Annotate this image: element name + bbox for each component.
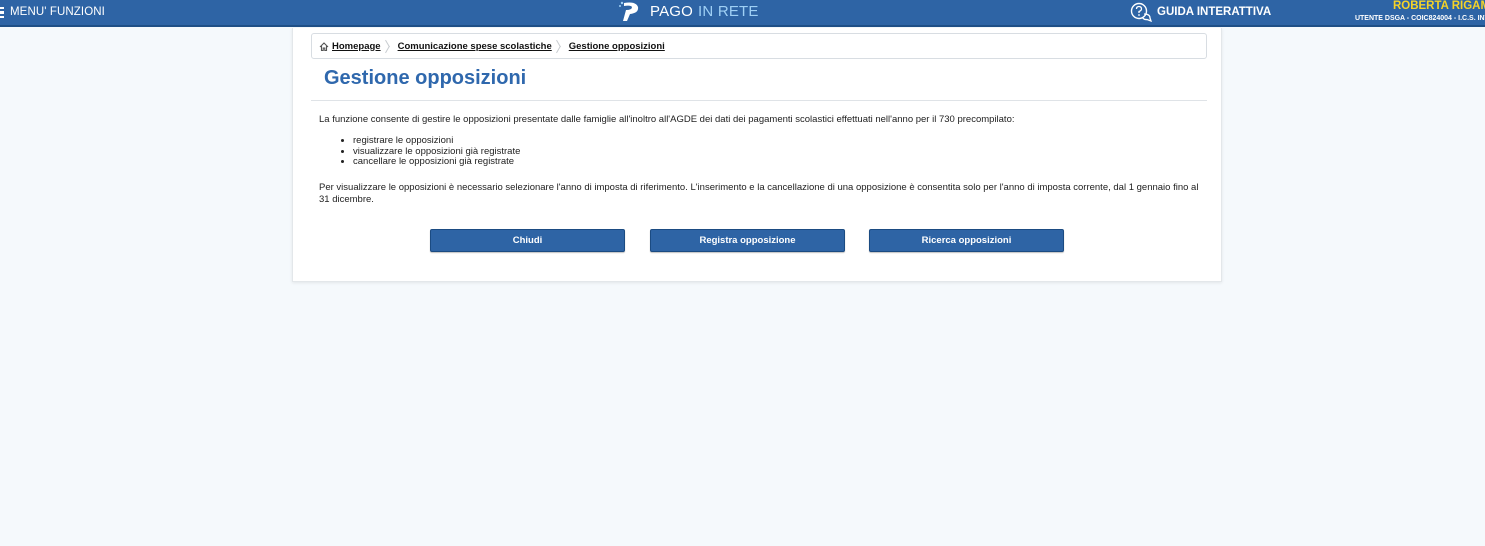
- breadcrumb-separator: [558, 39, 564, 53]
- title-divider: [311, 100, 1207, 101]
- interactive-guide-label: GUIDA INTERATTIVA: [1157, 6, 1272, 18]
- logo-text-in-rete: IN RETE: [698, 2, 759, 20]
- breadcrumb-gestione-opposizioni[interactable]: Gestione opposizioni: [569, 41, 665, 52]
- register-opposition-button[interactable]: Registra opposizione: [650, 229, 845, 252]
- close-button[interactable]: Chiudi: [430, 229, 625, 252]
- list-item: cancellare le opposizioni già registrate: [353, 156, 520, 168]
- pago-in-rete-logo[interactable]: PAGO IN RETE: [618, 0, 759, 22]
- user-role: UTENTE DSGA - COIC824004 - I.C.S. INVER: [1354, 15, 1485, 22]
- breadcrumb-gestione-opposizioni-label: Gestione opposizioni: [568, 40, 665, 52]
- breadcrumb-separator: [387, 39, 393, 53]
- logo-text-pago: PAGO: [650, 2, 694, 20]
- functions-list: registrare le opposizioni visualizzare l…: [337, 135, 520, 168]
- year-note-text: Per visualizzare le opposizioni è necess…: [319, 182, 1199, 205]
- breadcrumb-homepage[interactable]: Homepage: [319, 41, 381, 52]
- interactive-guide-button[interactable]: GUIDA INTERATTIVA: [1130, 0, 1271, 24]
- functions-menu-button[interactable]: MENU' FUNZIONI: [0, 0, 105, 24]
- page-title: Gestione opposizioni: [324, 67, 527, 89]
- breadcrumb-comunicazione-spese-label: Comunicazione spese scolastiche: [397, 40, 552, 52]
- user-info[interactable]: ROBERTA RIGAMO UTENTE DSGA - COIC824004 …: [1316, 0, 1485, 27]
- search-oppositions-button[interactable]: Ricerca opposizioni: [869, 229, 1064, 252]
- main-panel: Homepage Comunicazione spese scolastiche…: [292, 28, 1222, 282]
- breadcrumb-homepage-label: Homepage: [332, 40, 381, 52]
- logo-icon: [619, 1, 639, 21]
- menu-icon: [0, 6, 6, 19]
- user-name: ROBERTA RIGAMO: [1392, 0, 1485, 12]
- help-chat-icon: [1130, 2, 1152, 22]
- top-bar: MENU' FUNZIONI PAGO IN RETE GUIDA INTERA…: [0, 0, 1485, 27]
- breadcrumb: Homepage Comunicazione spese scolastiche…: [311, 33, 1207, 59]
- intro-text: La funzione consente di gestire le oppos…: [319, 114, 1015, 125]
- breadcrumb-comunicazione-spese[interactable]: Comunicazione spese scolastiche: [398, 41, 552, 52]
- home-icon: [319, 41, 329, 51]
- functions-menu-label: MENU' FUNZIONI: [10, 6, 105, 18]
- list-item: registrare le opposizioni: [353, 135, 520, 147]
